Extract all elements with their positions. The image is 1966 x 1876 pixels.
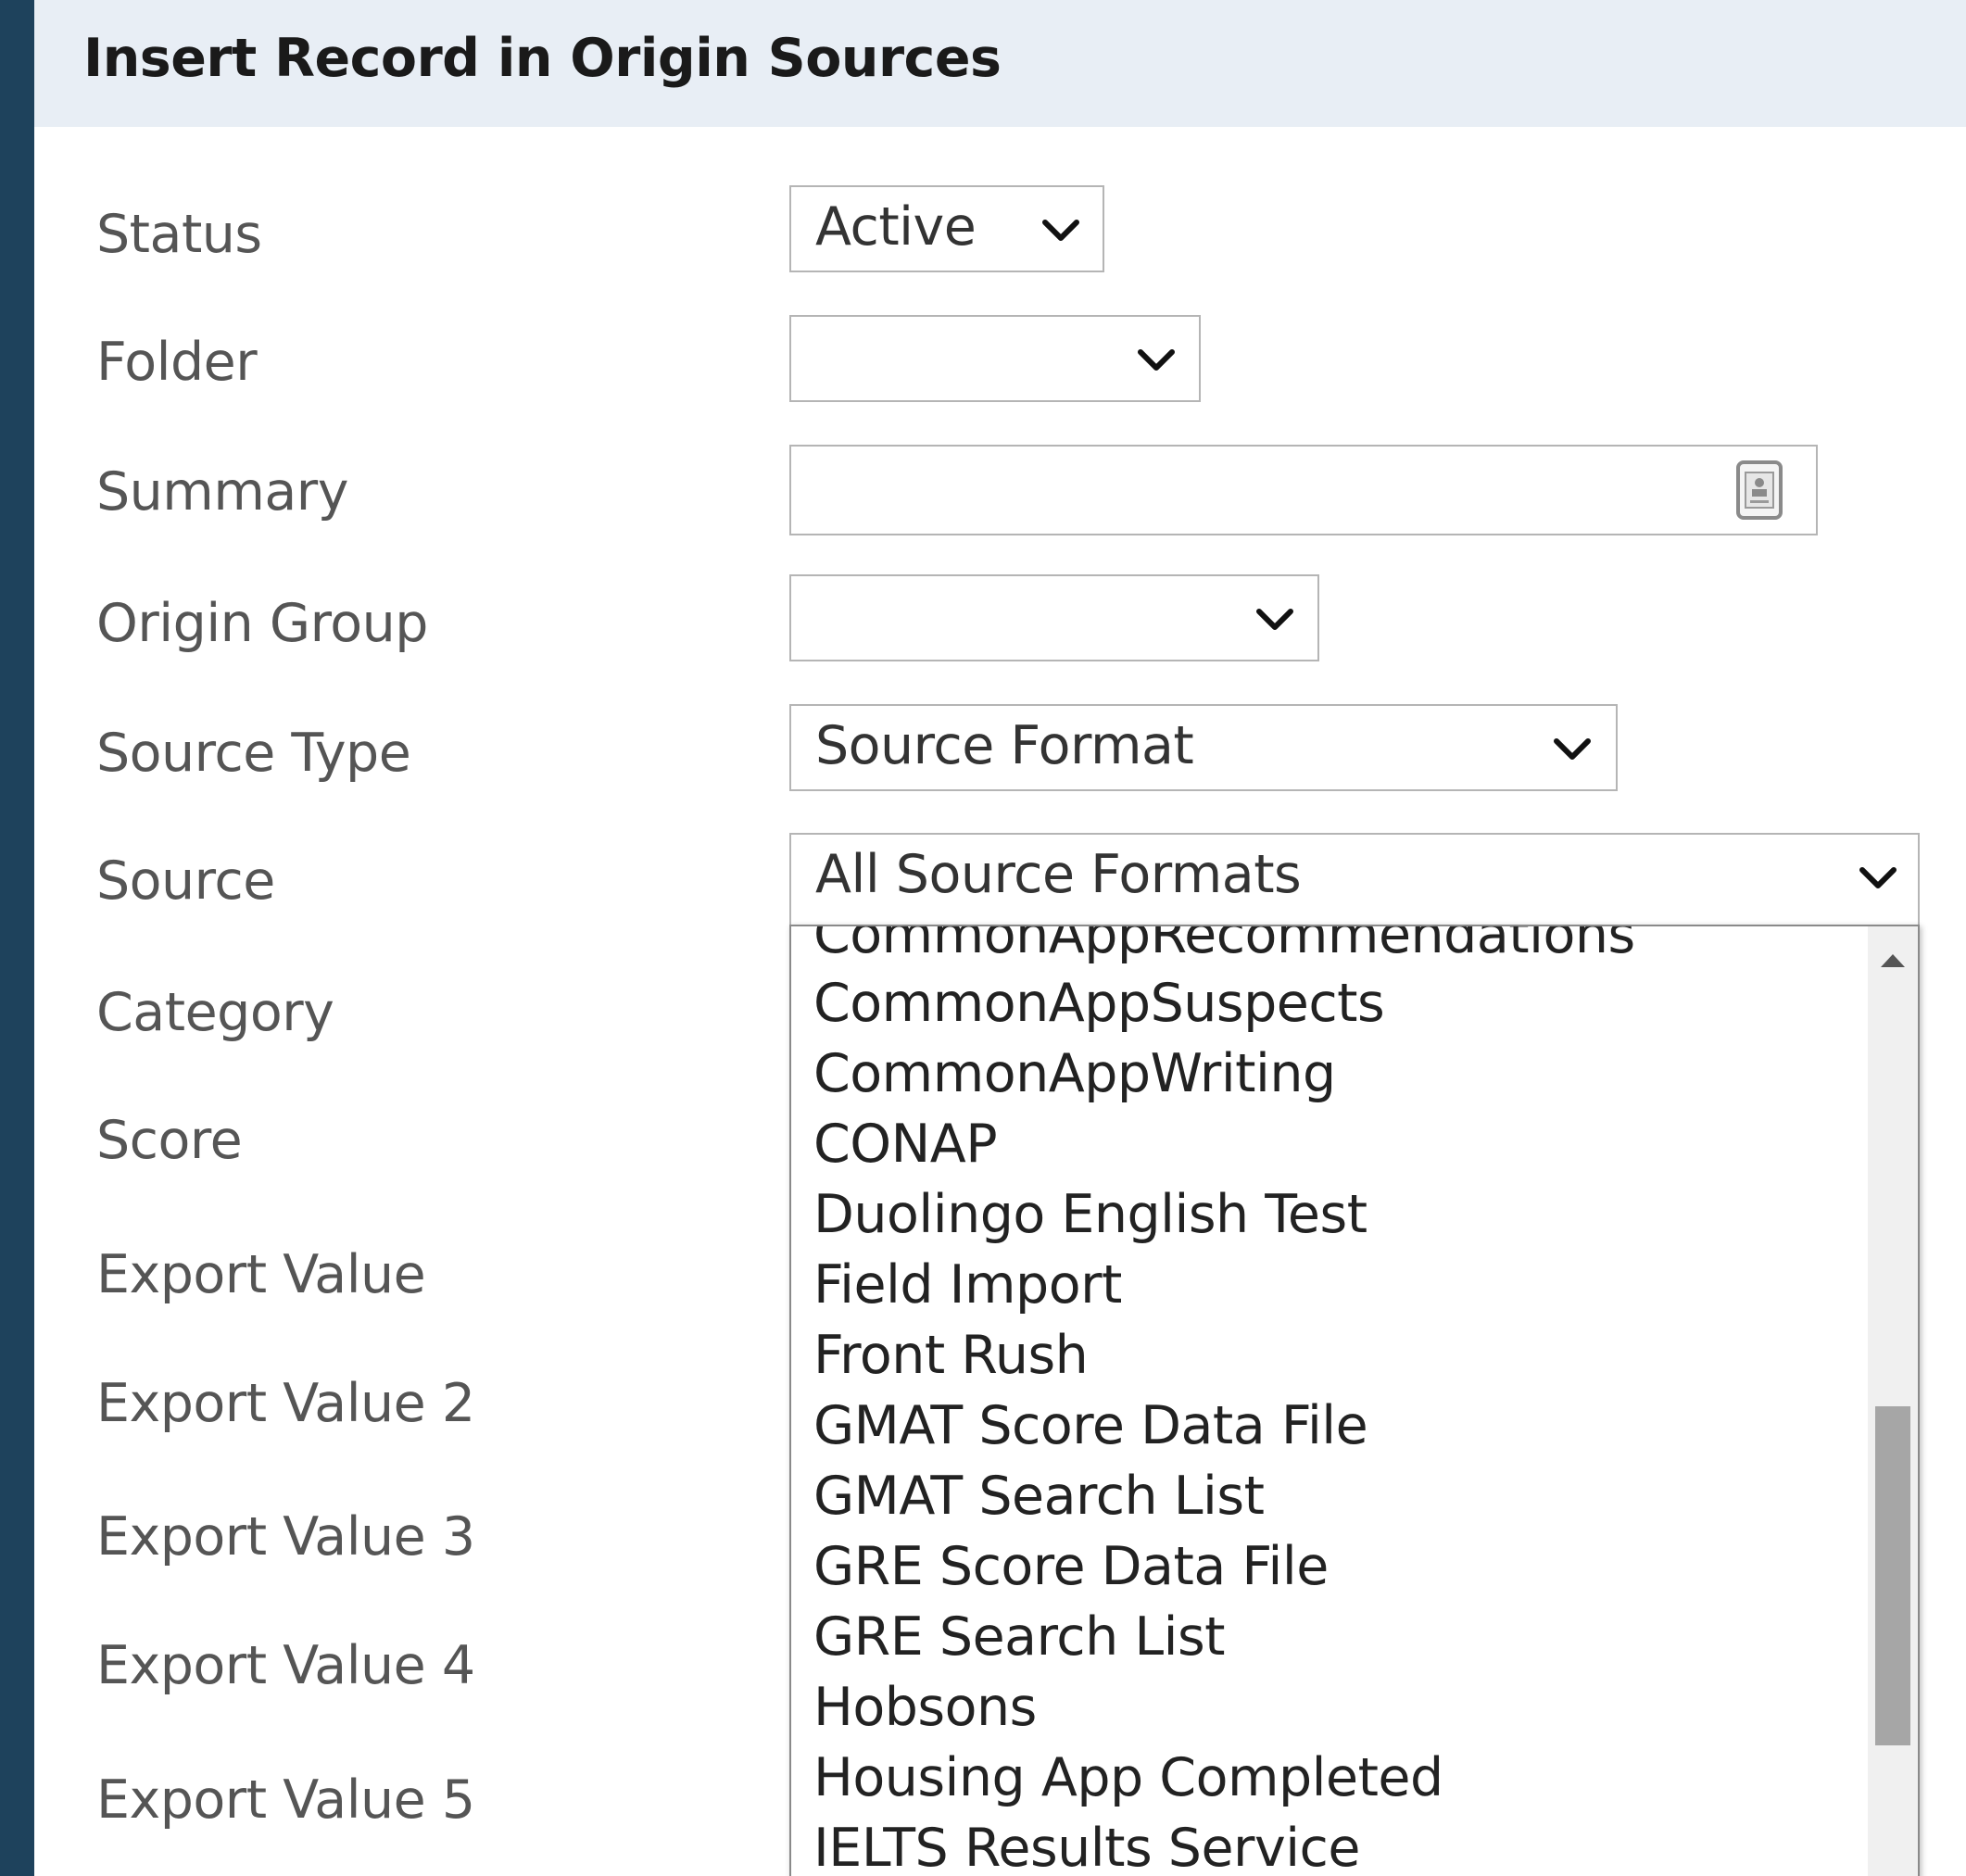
source-option[interactable]: GRE Score Data File: [813, 1536, 1329, 1597]
export-value-4-label: Export Value 4: [96, 1635, 475, 1696]
source-option[interactable]: Front Rush: [813, 1325, 1089, 1386]
status-label: Status: [96, 204, 262, 265]
screen: Insert Record in Origin Sources Status F…: [0, 0, 1966, 1876]
summary-input[interactable]: [789, 445, 1818, 535]
source-type-selected-value: Source Format: [815, 715, 1194, 776]
export-value-2-label: Export Value 2: [96, 1373, 475, 1434]
export-value-5-label: Export Value 5: [96, 1769, 475, 1831]
scroll-up-arrow-icon[interactable]: [1881, 954, 1905, 967]
source-option[interactable]: GRE Search List: [813, 1606, 1226, 1668]
contact-card-icon[interactable]: [1734, 460, 1784, 521]
origin-group-select[interactable]: [789, 574, 1319, 661]
source-option[interactable]: Field Import: [813, 1254, 1122, 1316]
status-select[interactable]: Active: [789, 185, 1104, 272]
scrollbar-thumb[interactable]: [1875, 1406, 1910, 1745]
chevron-down-icon: [1042, 220, 1079, 241]
page-background: [0, 0, 34, 1876]
insert-record-dialog: Insert Record in Origin Sources Status F…: [34, 0, 1966, 1876]
chevron-down-icon: [1859, 867, 1897, 888]
category-label: Category: [96, 982, 334, 1043]
export-value-label: Export Value: [96, 1244, 426, 1305]
source-option[interactable]: Duolingo English Test: [813, 1184, 1367, 1245]
source-label: Source: [96, 850, 275, 912]
source-select[interactable]: All Source Formats: [789, 833, 1920, 927]
folder-select[interactable]: [789, 315, 1201, 402]
source-option[interactable]: GMAT Search List: [813, 1466, 1265, 1527]
source-option[interactable]: GMAT Score Data File: [813, 1395, 1368, 1456]
chevron-down-icon: [1138, 349, 1175, 371]
source-option[interactable]: CommonAppSuspects: [813, 973, 1385, 1034]
source-option[interactable]: CONAP: [813, 1114, 998, 1175]
source-option[interactable]: CommonAppRecommendations: [813, 926, 1635, 965]
status-selected-value: Active: [815, 196, 977, 258]
dialog-title: Insert Record in Origin Sources: [83, 28, 1002, 89]
source-type-label: Source Type: [96, 723, 411, 784]
source-option[interactable]: Hobsons: [813, 1677, 1037, 1738]
export-value-3-label: Export Value 3: [96, 1506, 475, 1568]
source-option[interactable]: CommonAppWriting: [813, 1043, 1336, 1104]
origin-group-label: Origin Group: [96, 593, 428, 654]
source-options-list[interactable]: CommonAppRecommendations CommonAppSuspec…: [789, 925, 1920, 1876]
chevron-down-icon: [1554, 738, 1591, 760]
folder-label: Folder: [96, 332, 258, 393]
source-selected-value: All Source Formats: [815, 844, 1302, 905]
scrollbar[interactable]: [1868, 926, 1918, 1876]
source-option[interactable]: IELTS Results Service: [813, 1818, 1360, 1876]
score-label: Score: [96, 1110, 243, 1171]
source-option[interactable]: Housing App Completed: [813, 1747, 1443, 1808]
source-type-select[interactable]: Source Format: [789, 704, 1618, 791]
chevron-down-icon: [1256, 609, 1293, 630]
dialog-header: Insert Record in Origin Sources: [34, 0, 1966, 127]
summary-label: Summary: [96, 461, 348, 523]
